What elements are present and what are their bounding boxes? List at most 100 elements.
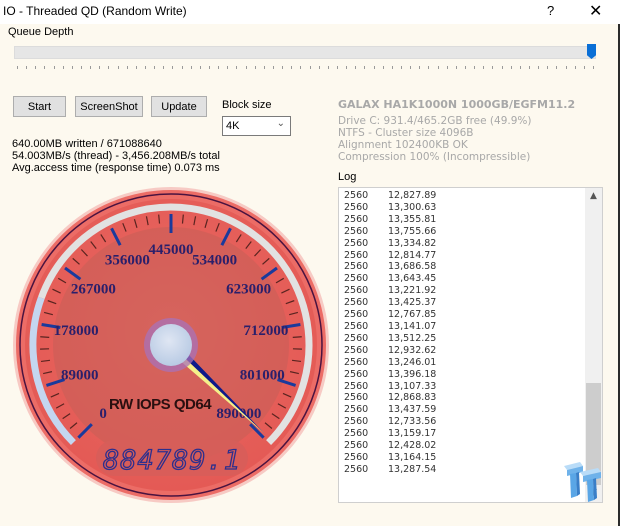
gauge-minor-tick: [40, 336, 50, 338]
slider-tick: [501, 66, 503, 69]
log-cell-block: 2560: [344, 463, 369, 475]
log-cell-block: 2560: [344, 309, 369, 321]
log-cell-block: 2560: [344, 297, 369, 309]
log-scrollbar[interactable]: ▲ ▼: [585, 188, 602, 502]
slider-tick: [574, 66, 576, 69]
slider-tick: [373, 66, 375, 69]
gauge-minor-tick: [181, 214, 184, 224]
gauge-tick-label: 267000: [71, 282, 116, 298]
slider-tick: [465, 66, 466, 69]
drive-filesystem: NTFS - Cluster size 4096B: [338, 127, 474, 139]
slider-tick: [565, 66, 567, 69]
log-cell-block: 2560: [344, 213, 369, 225]
slider-tick: [510, 66, 512, 69]
log-row: 2560 12,733.56: [344, 416, 436, 428]
log-row: 2560 13,287.54: [344, 464, 436, 476]
gauge-digital-readout: 884789.1: [103, 445, 241, 476]
log-cell-iops: 13,221.92: [388, 285, 437, 297]
log-cell-iops: 12,767.85: [388, 309, 437, 321]
log-cell-block: 2560: [344, 392, 369, 404]
log-cell-block: 2560: [344, 451, 369, 463]
log-row: 2560 13,437.59: [344, 404, 436, 416]
close-icon[interactable]: ✕: [589, 1, 602, 21]
log-cell-block: 2560: [344, 225, 369, 237]
log-row: 2560 13,141.07: [344, 321, 436, 333]
log-cell-block: 2560: [344, 320, 369, 332]
log-row: 2560 13,221.92: [344, 285, 436, 297]
log-cell-iops: 12,827.89: [388, 190, 437, 201]
scroll-up-icon[interactable]: ▲: [585, 188, 602, 205]
log-row: 2560 13,107.33: [344, 381, 436, 393]
slider-tick: [382, 66, 384, 69]
help-icon[interactable]: ?: [547, 3, 554, 18]
gauge-tick-label: 623000: [226, 282, 271, 298]
gauge-tick-label: 89000: [61, 368, 99, 384]
log-cell-iops: 12,932.62: [388, 344, 437, 356]
iops-gauge: 0 89000 178000 267000 356000445000534000 6230…: [13, 187, 329, 503]
slider-tick: [391, 66, 393, 69]
slider-tick: [529, 66, 530, 69]
log-cell-block: 2560: [344, 249, 369, 261]
tweaktown-logo-icon: [564, 462, 601, 502]
log-row: 2560 13,159.17: [344, 428, 436, 440]
slider-tick: [419, 66, 421, 69]
log-row: 2560 13,755.66: [344, 226, 436, 238]
slider-tick: [483, 66, 485, 69]
log-cell-block: 2560: [344, 416, 369, 428]
log-cell-block: 2560: [344, 201, 369, 213]
log-cell-block: 2560: [344, 332, 369, 344]
gauge-tick-label: 178000: [54, 323, 99, 339]
slider-tick: [437, 66, 439, 69]
slider-tick: [538, 66, 540, 69]
gauge-tick-label: 534000: [192, 252, 237, 268]
log-cell-block: 2560: [344, 237, 369, 249]
gauge-tick-label: 356000: [105, 252, 150, 268]
log-cell-block: 2560: [344, 404, 369, 416]
slider-tick: [446, 66, 448, 69]
log-cell-iops: 13,334.82: [388, 237, 437, 249]
drive-info: Drive C: 931.4/465.2GB free (49.9%) NTFS…: [338, 115, 531, 163]
gauge-tick-label: 712000: [243, 323, 288, 339]
gauge-tick-label: 801000: [240, 368, 285, 384]
log-row: 2560 12,814.77: [344, 250, 436, 262]
log-row: 2560 12,827.89: [344, 190, 436, 202]
log-row: 2560 13,300.63: [344, 202, 436, 214]
log-row: 2560 12,932.62: [344, 345, 436, 357]
slider-tick: [364, 66, 366, 69]
log-cell-iops: 13,164.15: [388, 451, 437, 463]
log-row: 2560 13,512.25: [344, 333, 436, 345]
slider-tick: [583, 66, 585, 69]
log-row: 2560 13,425.37: [344, 297, 436, 309]
log-row: 2560 12,767.85: [344, 309, 436, 321]
log-cell-iops: 13,107.33: [388, 380, 437, 392]
log-listbox[interactable]: 2560 12,827.89 2560 13,300.63 2560 13,355.81 2…: [338, 187, 603, 503]
log-cell-iops: 13,425.37: [388, 297, 437, 309]
log-label: Log: [338, 171, 357, 183]
log-cell-iops: 12,428.02: [388, 440, 437, 452]
gauge-caption: RW IOPS QD64: [109, 396, 212, 413]
log-cell-block: 2560: [344, 261, 369, 273]
log-row: 2560 12,868.83: [344, 392, 436, 404]
slider-tick: [547, 66, 549, 69]
log-cell-iops: 13,355.81: [388, 213, 437, 225]
gauge-tick-label: 0: [99, 406, 107, 422]
log-row: 2560 13,396.18: [344, 369, 436, 381]
log-row: 2560 12,428.02: [344, 440, 436, 452]
log-row: 2560 13,164.15: [344, 452, 436, 464]
log-cell-iops: 12,733.56: [388, 416, 437, 428]
slider-tick: [556, 66, 558, 69]
log-cell-block: 2560: [344, 356, 369, 368]
gauge-minor-tick: [158, 214, 161, 224]
log-cell-iops: 13,141.07: [388, 320, 437, 332]
log-cell-iops: 13,755.66: [388, 225, 437, 237]
slider-tick: [474, 66, 476, 69]
log-cell-iops: 12,868.83: [388, 392, 437, 404]
log-cell-block: 2560: [344, 440, 369, 452]
slider-tick: [410, 66, 412, 69]
log-cell-iops: 13,300.63: [388, 201, 437, 213]
drive-compression: Compression 100% (Incompressible): [338, 151, 531, 163]
log-cell-block: 2560: [344, 190, 369, 201]
drive-alignment: Alignment 102400KB OK: [338, 139, 468, 151]
log-cell-block: 2560: [344, 380, 369, 392]
drive-capacity: Drive C: 931.4/465.2GB free (49.9%): [338, 115, 532, 127]
